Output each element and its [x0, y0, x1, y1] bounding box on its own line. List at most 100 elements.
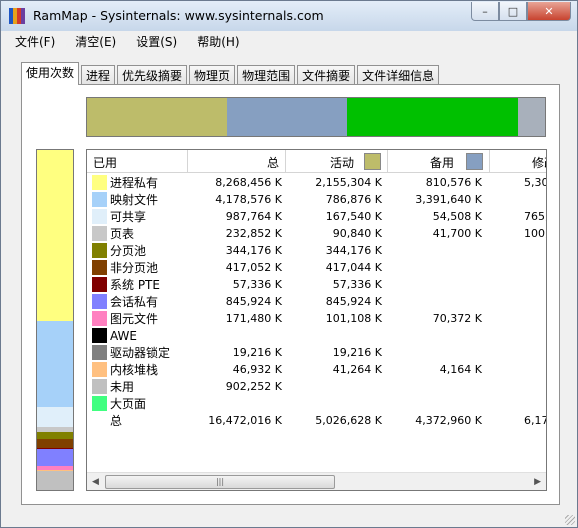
total-cell: 8,268,456 K: [215, 176, 282, 189]
column-header-active[interactable]: 活动: [286, 150, 388, 172]
table-row[interactable]: 总 16,472,016 K 5,026,628 K 4,372,960 K 6,172…: [87, 412, 546, 429]
table-row[interactable]: AWE: [87, 327, 546, 344]
tab-use-counts[interactable]: 使用次数: [21, 62, 80, 85]
usage-cell: 会话私有: [87, 293, 188, 310]
usage-label: 系统 PTE: [110, 278, 160, 292]
horizontal-scrollbar[interactable]: ◀ ||| ▶: [87, 472, 546, 490]
usage-cell: 系统 PTE: [87, 276, 188, 293]
standby-cell: 4,372,960 K: [415, 414, 482, 427]
active-cell: [284, 395, 384, 412]
total-cell: 16,472,016 K: [208, 414, 282, 427]
modified-cell: 100,312 K: [524, 227, 546, 240]
menu-empty[interactable]: 清空(E): [61, 31, 122, 51]
tab-file-summary[interactable]: 文件摘要: [297, 65, 356, 84]
window-title: RamMap - Sysinternals: www.sysinternals.…: [33, 8, 324, 23]
tab-file-details[interactable]: 文件详细信息: [357, 65, 440, 84]
minimize-button[interactable]: –: [471, 2, 499, 21]
menu-file[interactable]: 文件(F): [1, 31, 61, 51]
usage-cell: 内核堆栈: [87, 361, 188, 378]
usage-color-swatch: [92, 413, 107, 428]
usage-label: 内核堆栈: [110, 363, 159, 377]
modified-cell: [484, 344, 546, 361]
usage-cell: 页表: [87, 225, 188, 242]
standby-cell: [384, 242, 484, 259]
memory-usage-segment: [37, 150, 73, 321]
usage-label: 进程私有: [110, 176, 159, 190]
use-counts-table: 已用 总 活动 备用 修改 进程私有 8,268,456 K 2,155,304 K…: [86, 149, 547, 491]
usage-cell: 分页池: [87, 242, 188, 259]
usage-color-swatch: [92, 345, 107, 360]
usage-color-swatch: [92, 396, 107, 411]
usage-label: 非分页池: [110, 261, 159, 275]
close-icon: ✕: [544, 4, 554, 18]
rammap-window: RamMap - Sysinternals: www.sysinternals.…: [0, 0, 578, 528]
table-row[interactable]: 内核堆栈 46,932 K 41,264 K 4,164 K: [87, 361, 546, 378]
usage-color-swatch: [92, 192, 107, 207]
resize-grip[interactable]: [565, 515, 575, 525]
table-row[interactable]: 图元文件 171,480 K 101,108 K 70,372 K: [87, 310, 546, 327]
usage-cell: 大页面: [87, 395, 188, 412]
scrollbar-thumb[interactable]: |||: [105, 475, 335, 489]
active-cell: 5,026,628 K: [315, 414, 382, 427]
memory-usage-segment: [37, 320, 73, 408]
active-cell: 417,044 K: [325, 261, 382, 274]
modified-cell: 5,302,576 K: [524, 176, 546, 189]
scroll-right-icon[interactable]: ▶: [534, 477, 541, 487]
tab-priority-summary[interactable]: 优先级摘要: [117, 65, 188, 84]
table-row[interactable]: 大页面: [87, 395, 546, 412]
table-row[interactable]: 分页池 344,176 K 344,176 K: [87, 242, 546, 259]
modified-cell: [484, 259, 546, 276]
usage-cell: 非分页池: [87, 259, 188, 276]
modified-cell: [484, 276, 546, 293]
tab-physical-pages[interactable]: 物理页: [189, 65, 236, 84]
table-row[interactable]: 映射文件 4,178,576 K 786,876 K 3,391,640 K: [87, 191, 546, 208]
table-row[interactable]: 驱动器锁定 19,216 K 19,216 K: [87, 344, 546, 361]
memory-usage-segment: [37, 449, 73, 467]
table-row[interactable]: 未用 902,252 K: [87, 378, 546, 395]
usage-label: AWE: [110, 328, 137, 343]
table-row[interactable]: 页表 232,852 K 90,840 K 41,700 K 100,312 K: [87, 225, 546, 242]
table-row[interactable]: 可共享 987,764 K 167,540 K 54,508 K 765,716 K: [87, 208, 546, 225]
usage-cell: 映射文件: [87, 191, 188, 208]
memory-usage-segment: [37, 432, 73, 440]
active-cell: 786,876 K: [325, 193, 382, 206]
column-header-usage[interactable]: 已用: [87, 150, 188, 172]
menu-help[interactable]: 帮助(H): [183, 31, 245, 51]
tab-physical-ranges[interactable]: 物理范围: [237, 65, 296, 84]
usage-cell: 总: [87, 412, 188, 429]
usage-color-swatch: [92, 362, 107, 377]
memory-state-segment: [346, 98, 518, 136]
column-standby-label: 备用: [430, 156, 455, 170]
total-cell: 46,932 K: [232, 363, 282, 376]
memory-usage-segment: [37, 471, 73, 490]
standby-cell: 41,700 K: [432, 227, 482, 240]
column-usage-label: 已用: [93, 156, 118, 170]
tab-processes[interactable]: 进程: [81, 65, 116, 84]
table-row[interactable]: 非分页池 417,052 K 417,044 K: [87, 259, 546, 276]
standby-cell: [384, 395, 484, 412]
scroll-left-icon[interactable]: ◀: [92, 477, 99, 487]
maximize-button[interactable]: □: [499, 2, 527, 21]
maximize-icon: □: [507, 4, 519, 18]
table-row[interactable]: 进程私有 8,268,456 K 2,155,304 K 810,576 K 5,302…: [87, 174, 546, 191]
standby-cell: 4,164 K: [439, 363, 482, 376]
close-button[interactable]: ✕: [527, 2, 571, 21]
title-bar: RamMap - Sysinternals: www.sysinternals.…: [1, 1, 577, 32]
modified-cell: [484, 327, 546, 344]
total-cell: 987,764 K: [225, 210, 282, 223]
menu-settings[interactable]: 设置(S): [122, 31, 183, 51]
column-header-total[interactable]: 总: [188, 150, 286, 172]
usage-color-swatch: [92, 260, 107, 275]
table-row[interactable]: 会话私有 845,924 K 845,924 K: [87, 293, 546, 310]
table-row[interactable]: 系统 PTE 57,336 K 57,336 K: [87, 276, 546, 293]
standby-cell: [384, 327, 484, 344]
usage-label: 未用: [110, 380, 135, 394]
column-header-standby[interactable]: 备用: [388, 150, 490, 172]
usage-color-swatch: [92, 175, 107, 190]
column-header-modified[interactable]: 修改: [490, 150, 546, 172]
total-cell: 417,052 K: [225, 261, 282, 274]
usage-color-swatch: [92, 226, 107, 241]
column-modified-label: 修改: [532, 156, 546, 170]
total-cell: 344,176 K: [225, 244, 282, 257]
modified-cell: 6,172,236 K: [524, 414, 546, 427]
